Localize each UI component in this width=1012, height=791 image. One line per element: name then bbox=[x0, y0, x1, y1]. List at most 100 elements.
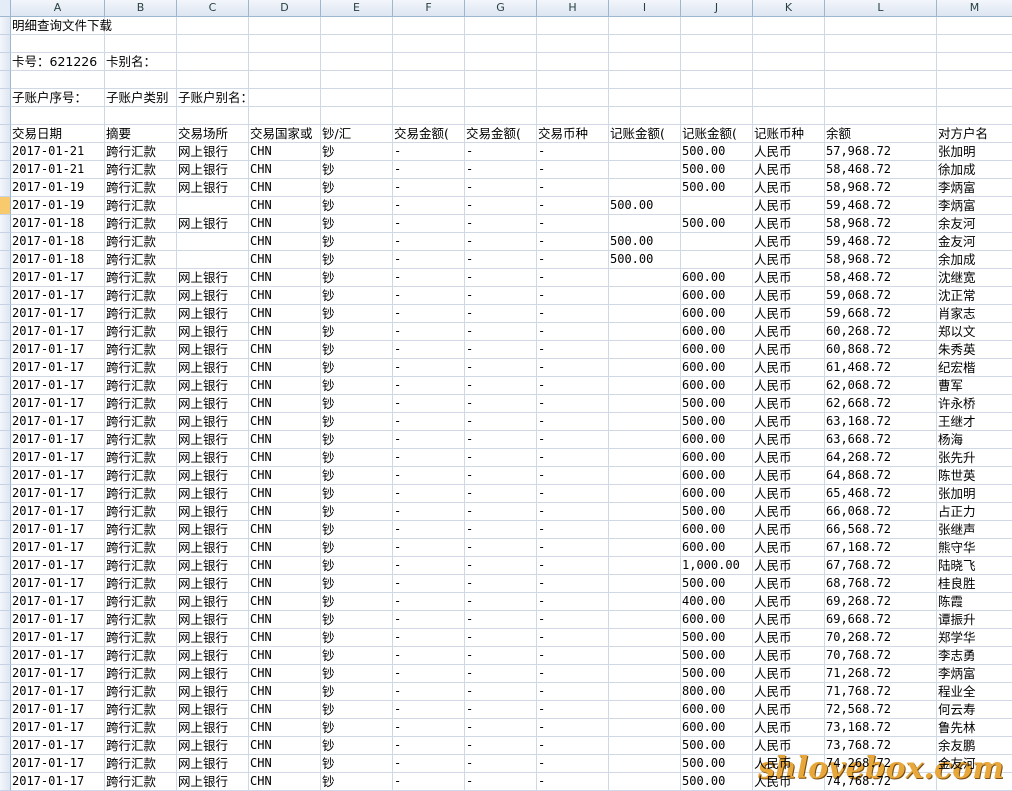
cell-g[interactable]: - bbox=[465, 755, 537, 773]
row-header[interactable] bbox=[0, 719, 11, 737]
cell-h[interactable]: - bbox=[537, 539, 609, 557]
cell-h[interactable]: - bbox=[537, 431, 609, 449]
cell-f[interactable]: 交易金额( bbox=[393, 125, 465, 143]
cell-f[interactable]: - bbox=[393, 593, 465, 611]
cell-a[interactable]: 2017-01-17 bbox=[11, 395, 105, 413]
cell-b[interactable]: 跨行汇款 bbox=[105, 323, 177, 341]
cell-j[interactable]: 600.00 bbox=[681, 485, 753, 503]
cell-e[interactable]: 钞 bbox=[321, 521, 393, 539]
cell-j[interactable]: 500.00 bbox=[681, 395, 753, 413]
row-header[interactable] bbox=[0, 701, 11, 719]
cell-i[interactable] bbox=[609, 269, 681, 287]
cell-i[interactable]: 500.00 bbox=[609, 197, 681, 215]
cell-b[interactable]: 跨行汇款 bbox=[105, 179, 177, 197]
cell-g[interactable]: - bbox=[465, 485, 537, 503]
cell-f[interactable] bbox=[393, 17, 465, 35]
cell-a[interactable]: 2017-01-17 bbox=[11, 755, 105, 773]
cell-h[interactable]: - bbox=[537, 467, 609, 485]
cell-e[interactable]: 钞 bbox=[321, 773, 393, 791]
cell-i[interactable] bbox=[609, 611, 681, 629]
cell-a[interactable]: 2017-01-17 bbox=[11, 557, 105, 575]
cell-d[interactable]: CHN bbox=[249, 755, 321, 773]
cell-c[interactable]: 网上银行 bbox=[177, 521, 249, 539]
row-header[interactable] bbox=[0, 251, 11, 269]
cell-d[interactable]: CHN bbox=[249, 629, 321, 647]
row-header[interactable] bbox=[0, 377, 11, 395]
cell-c[interactable] bbox=[177, 233, 249, 251]
cell-k[interactable]: 人民币 bbox=[753, 593, 825, 611]
cell-j[interactable]: 500.00 bbox=[681, 647, 753, 665]
cell-g[interactable]: - bbox=[465, 665, 537, 683]
cell-b[interactable]: 跨行汇款 bbox=[105, 215, 177, 233]
cell-c[interactable]: 网上银行 bbox=[177, 701, 249, 719]
cell-m[interactable]: 李炳富 bbox=[937, 179, 1012, 197]
cell-j[interactable]: 500.00 bbox=[681, 629, 753, 647]
cell-c[interactable]: 网上银行 bbox=[177, 665, 249, 683]
cell-l[interactable]: 66,068.72 bbox=[825, 503, 937, 521]
column-header-f[interactable]: F bbox=[393, 0, 465, 17]
cell-e[interactable] bbox=[321, 53, 393, 71]
row-header[interactable] bbox=[0, 773, 11, 791]
cell-g[interactable]: 交易金额( bbox=[465, 125, 537, 143]
cell-b[interactable]: 跨行汇款 bbox=[105, 647, 177, 665]
cell-d[interactable]: CHN bbox=[249, 305, 321, 323]
cell-b[interactable]: 跨行汇款 bbox=[105, 197, 177, 215]
row-header[interactable] bbox=[0, 413, 11, 431]
row-header[interactable] bbox=[0, 35, 11, 53]
row-header[interactable] bbox=[0, 107, 11, 125]
cell-j[interactable] bbox=[681, 35, 753, 53]
cell-l[interactable]: 64,868.72 bbox=[825, 467, 937, 485]
cell-c[interactable] bbox=[177, 107, 249, 125]
cell-i[interactable] bbox=[609, 539, 681, 557]
cell-b[interactable]: 跨行汇款 bbox=[105, 773, 177, 791]
cell-c[interactable]: 网上银行 bbox=[177, 539, 249, 557]
cell-i[interactable] bbox=[609, 485, 681, 503]
cell-k[interactable]: 人民币 bbox=[753, 719, 825, 737]
column-header-k[interactable]: K bbox=[753, 0, 825, 17]
cell-j[interactable]: 600.00 bbox=[681, 611, 753, 629]
cell-b[interactable]: 跨行汇款 bbox=[105, 467, 177, 485]
cell-e[interactable]: 钞 bbox=[321, 485, 393, 503]
cell-h[interactable]: - bbox=[537, 143, 609, 161]
cell-f[interactable]: - bbox=[393, 341, 465, 359]
cell-i[interactable] bbox=[609, 467, 681, 485]
cell-d[interactable] bbox=[249, 71, 321, 89]
cell-l[interactable] bbox=[825, 17, 937, 35]
cell-a[interactable]: 2017-01-17 bbox=[11, 413, 105, 431]
cell-k[interactable] bbox=[753, 107, 825, 125]
cell-e[interactable]: 钞 bbox=[321, 179, 393, 197]
cell-f[interactable]: - bbox=[393, 287, 465, 305]
cell-b[interactable]: 跨行汇款 bbox=[105, 629, 177, 647]
cell-k[interactable] bbox=[753, 35, 825, 53]
cell-j[interactable]: 600.00 bbox=[681, 449, 753, 467]
row-header[interactable] bbox=[0, 503, 11, 521]
cell-l[interactable]: 59,068.72 bbox=[825, 287, 937, 305]
cell-j[interactable]: 500.00 bbox=[681, 773, 753, 791]
row-header[interactable] bbox=[0, 395, 11, 413]
cell-b[interactable]: 跨行汇款 bbox=[105, 341, 177, 359]
cell-j[interactable] bbox=[681, 107, 753, 125]
cell-m[interactable] bbox=[937, 107, 1012, 125]
row-header[interactable] bbox=[0, 197, 11, 215]
cell-b[interactable]: 跨行汇款 bbox=[105, 557, 177, 575]
cell-l[interactable]: 62,668.72 bbox=[825, 395, 937, 413]
cell-d[interactable]: CHN bbox=[249, 683, 321, 701]
cell-b[interactable]: 跨行汇款 bbox=[105, 719, 177, 737]
cell-h[interactable] bbox=[537, 17, 609, 35]
cell-b[interactable]: 跨行汇款 bbox=[105, 521, 177, 539]
cell-m[interactable]: 程业全 bbox=[937, 683, 1012, 701]
cell-h[interactable]: - bbox=[537, 395, 609, 413]
cell-h[interactable]: - bbox=[537, 269, 609, 287]
cell-i[interactable] bbox=[609, 107, 681, 125]
cell-d[interactable]: CHN bbox=[249, 161, 321, 179]
cell-a[interactable]: 2017-01-17 bbox=[11, 665, 105, 683]
row-header[interactable] bbox=[0, 467, 11, 485]
cell-e[interactable]: 钞 bbox=[321, 719, 393, 737]
cell-e[interactable]: 钞 bbox=[321, 341, 393, 359]
cell-e[interactable]: 钞 bbox=[321, 197, 393, 215]
cell-j[interactable]: 记账金额( bbox=[681, 125, 753, 143]
cell-i[interactable] bbox=[609, 377, 681, 395]
cell-f[interactable]: - bbox=[393, 233, 465, 251]
cell-a[interactable]: 2017-01-17 bbox=[11, 323, 105, 341]
cell-l[interactable]: 58,968.72 bbox=[825, 179, 937, 197]
